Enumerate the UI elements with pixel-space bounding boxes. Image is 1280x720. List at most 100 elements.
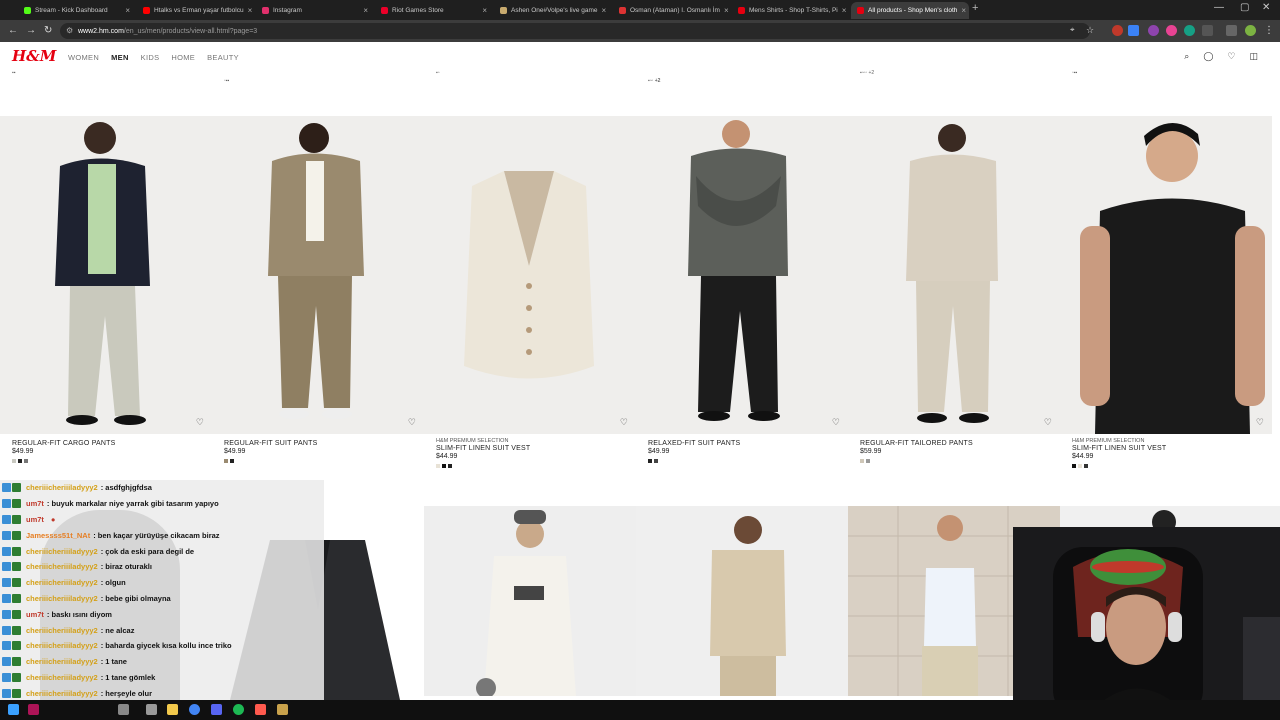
color-swatch[interactable] — [436, 464, 440, 468]
location-icon[interactable]: ⌖ — [1070, 25, 1075, 35]
product-image[interactable]: ♡ — [0, 116, 212, 434]
product-image[interactable]: ♡ — [212, 116, 424, 434]
chat-username[interactable]: um7t — [26, 515, 44, 524]
forward-icon[interactable]: → — [26, 25, 36, 36]
minimize-icon[interactable]: — — [1214, 2, 1224, 13]
product-image[interactable] — [424, 506, 636, 696]
product-name[interactable]: REGULAR-FIT TAILORED PANTS — [860, 440, 1060, 447]
browser-tab[interactable]: Riot Games Store × — [375, 2, 493, 19]
color-swatch[interactable] — [860, 459, 864, 463]
product-image[interactable] — [636, 506, 848, 696]
browser-tab[interactable]: All products - Shop Men's cloth × — [851, 2, 969, 19]
color-swatch[interactable] — [654, 459, 658, 463]
extension-icon[interactable] — [1112, 25, 1123, 36]
app-icon[interactable] — [118, 704, 129, 715]
start-icon[interactable] — [8, 704, 19, 715]
product-card[interactable]: ♡ REGULAR-FIT SUIT PANTS $49.99 — [212, 116, 424, 463]
discord-icon[interactable] — [211, 704, 222, 715]
color-swatch[interactable] — [18, 459, 22, 463]
chat-username[interactable]: cheriiicheriiiladyyy2 — [26, 641, 98, 650]
task-view-icon[interactable] — [146, 704, 157, 715]
spotify-icon[interactable] — [233, 704, 244, 715]
hm-logo[interactable]: H&M — [12, 47, 56, 65]
app-icon[interactable] — [255, 704, 266, 715]
product-image[interactable]: ♡ — [424, 116, 636, 434]
close-tab-icon[interactable]: × — [724, 6, 729, 15]
sidebar-icon[interactable] — [1226, 25, 1237, 36]
heart-icon[interactable]: ♡ — [620, 417, 628, 428]
product-name[interactable]: SLIM-FIT LINEN SUIT VEST — [436, 445, 636, 452]
close-tab-icon[interactable]: × — [842, 6, 847, 15]
close-tab-icon[interactable]: × — [363, 6, 368, 15]
close-tab-icon[interactable]: × — [125, 6, 130, 15]
color-swatch[interactable] — [24, 459, 28, 463]
bookmark-star-icon[interactable]: ☆ — [1086, 25, 1094, 36]
chat-username[interactable]: cheriiicheriiiladyyy2 — [26, 594, 98, 603]
product-card[interactable]: ♡ RELAXED-FIT SUIT PANTS $49.99 — [636, 116, 848, 463]
close-tab-icon[interactable]: × — [961, 6, 966, 15]
product-image[interactable]: ♡ — [848, 116, 1060, 434]
close-tab-icon[interactable]: × — [482, 6, 487, 15]
chat-username[interactable]: cheriiicheriiiladyyy2 — [26, 657, 98, 666]
extensions-puzzle-icon[interactable] — [1202, 25, 1213, 36]
color-swatch[interactable] — [230, 459, 234, 463]
chat-username[interactable]: cheriiicheriiiladyyy2 — [26, 689, 98, 698]
search-icon[interactable]: ⌕ — [1184, 51, 1189, 62]
product-card[interactable]: ♡ REGULAR-FIT CARGO PANTS $49.99 — [0, 116, 212, 463]
extension-icon[interactable] — [1166, 25, 1177, 36]
file-explorer-icon[interactable] — [167, 704, 178, 715]
color-swatch[interactable] — [648, 459, 652, 463]
maximize-icon[interactable]: ▢ — [1240, 2, 1249, 13]
chat-username[interactable]: cheriiicheriiiladyyy2 — [26, 626, 98, 635]
chat-username[interactable]: cheriiicheriiiladyyy2 — [26, 547, 98, 556]
heart-icon[interactable]: ♡ — [408, 417, 416, 428]
color-swatch[interactable] — [1078, 464, 1082, 468]
nav-item-beauty[interactable]: BEAUTY — [207, 53, 239, 62]
nav-item-home[interactable]: HOME — [171, 53, 195, 62]
chat-username[interactable]: um7t — [26, 499, 44, 508]
browser-tab[interactable]: Ashen One#Volpe's live game × — [494, 2, 612, 19]
bag-icon[interactable]: ◫ — [1249, 51, 1258, 62]
nav-item-kids[interactable]: KIDS — [141, 53, 160, 62]
browser-tab[interactable]: Htalks vs Erman yaşar futbolcu × — [137, 2, 255, 19]
color-swatch[interactable] — [442, 464, 446, 468]
product-name[interactable]: RELAXED-FIT SUIT PANTS — [648, 440, 848, 447]
back-icon[interactable]: ← — [8, 25, 18, 36]
account-icon[interactable]: ◯ — [1203, 51, 1213, 62]
product-name[interactable]: REGULAR-FIT CARGO PANTS — [12, 440, 212, 447]
browser-tab[interactable]: Instagram × — [256, 2, 374, 19]
product-image[interactable]: ♡ — [636, 116, 848, 434]
color-swatch[interactable] — [866, 459, 870, 463]
color-swatch[interactable] — [224, 459, 228, 463]
browser-tab[interactable]: Stream - Kick Dashboard × — [18, 2, 136, 19]
close-tab-icon[interactable]: × — [248, 6, 253, 15]
new-tab-button[interactable]: + — [972, 2, 978, 14]
url-field[interactable]: ⚙ www2.hm.com/en_us/men/products/view-al… — [60, 23, 1090, 39]
browser-tab[interactable]: Osman (Ataman) I. Osmanlı İm × — [613, 2, 731, 19]
heart-icon[interactable]: ♡ — [832, 417, 840, 428]
app-icon[interactable] — [277, 704, 288, 715]
heart-icon[interactable]: ♡ — [1256, 417, 1264, 428]
heart-icon[interactable]: ♡ — [1044, 417, 1052, 428]
close-window-icon[interactable]: ✕ — [1262, 2, 1270, 13]
product-card[interactable]: ♡ REGULAR-FIT TAILORED PANTS $59.99 — [848, 116, 1060, 463]
chat-username[interactable]: cheriiicheriiiladyyy2 — [26, 562, 98, 571]
color-swatch[interactable] — [12, 459, 16, 463]
product-name[interactable]: REGULAR-FIT SUIT PANTS — [224, 440, 424, 447]
chat-username[interactable]: cheriiicheriiiladyyy2 — [26, 673, 98, 682]
product-name[interactable]: SLIM-FIT LINEN SUIT VEST — [1072, 445, 1272, 452]
close-tab-icon[interactable]: × — [602, 6, 607, 15]
product-card[interactable]: ♡ H&M PREMIUM SELECTION SLIM-FIT LINEN SUI… — [1060, 116, 1272, 468]
nav-item-women[interactable]: WOMEN — [68, 53, 99, 62]
chat-username[interactable]: Jamessss51t_NAt — [26, 531, 90, 540]
extension-icon[interactable] — [1184, 25, 1195, 36]
site-info-icon[interactable]: ⚙ — [66, 26, 73, 35]
app-icon[interactable] — [28, 704, 39, 715]
profile-avatar[interactable] — [1245, 25, 1256, 36]
color-swatch[interactable] — [448, 464, 452, 468]
extension-icon[interactable] — [1148, 25, 1159, 36]
reload-icon[interactable]: ↻ — [44, 25, 52, 36]
heart-icon[interactable]: ♡ — [196, 417, 204, 428]
chat-username[interactable]: cheriiicheriiiladyyy2 — [26, 578, 98, 587]
nav-item-men[interactable]: MEN — [111, 53, 129, 62]
